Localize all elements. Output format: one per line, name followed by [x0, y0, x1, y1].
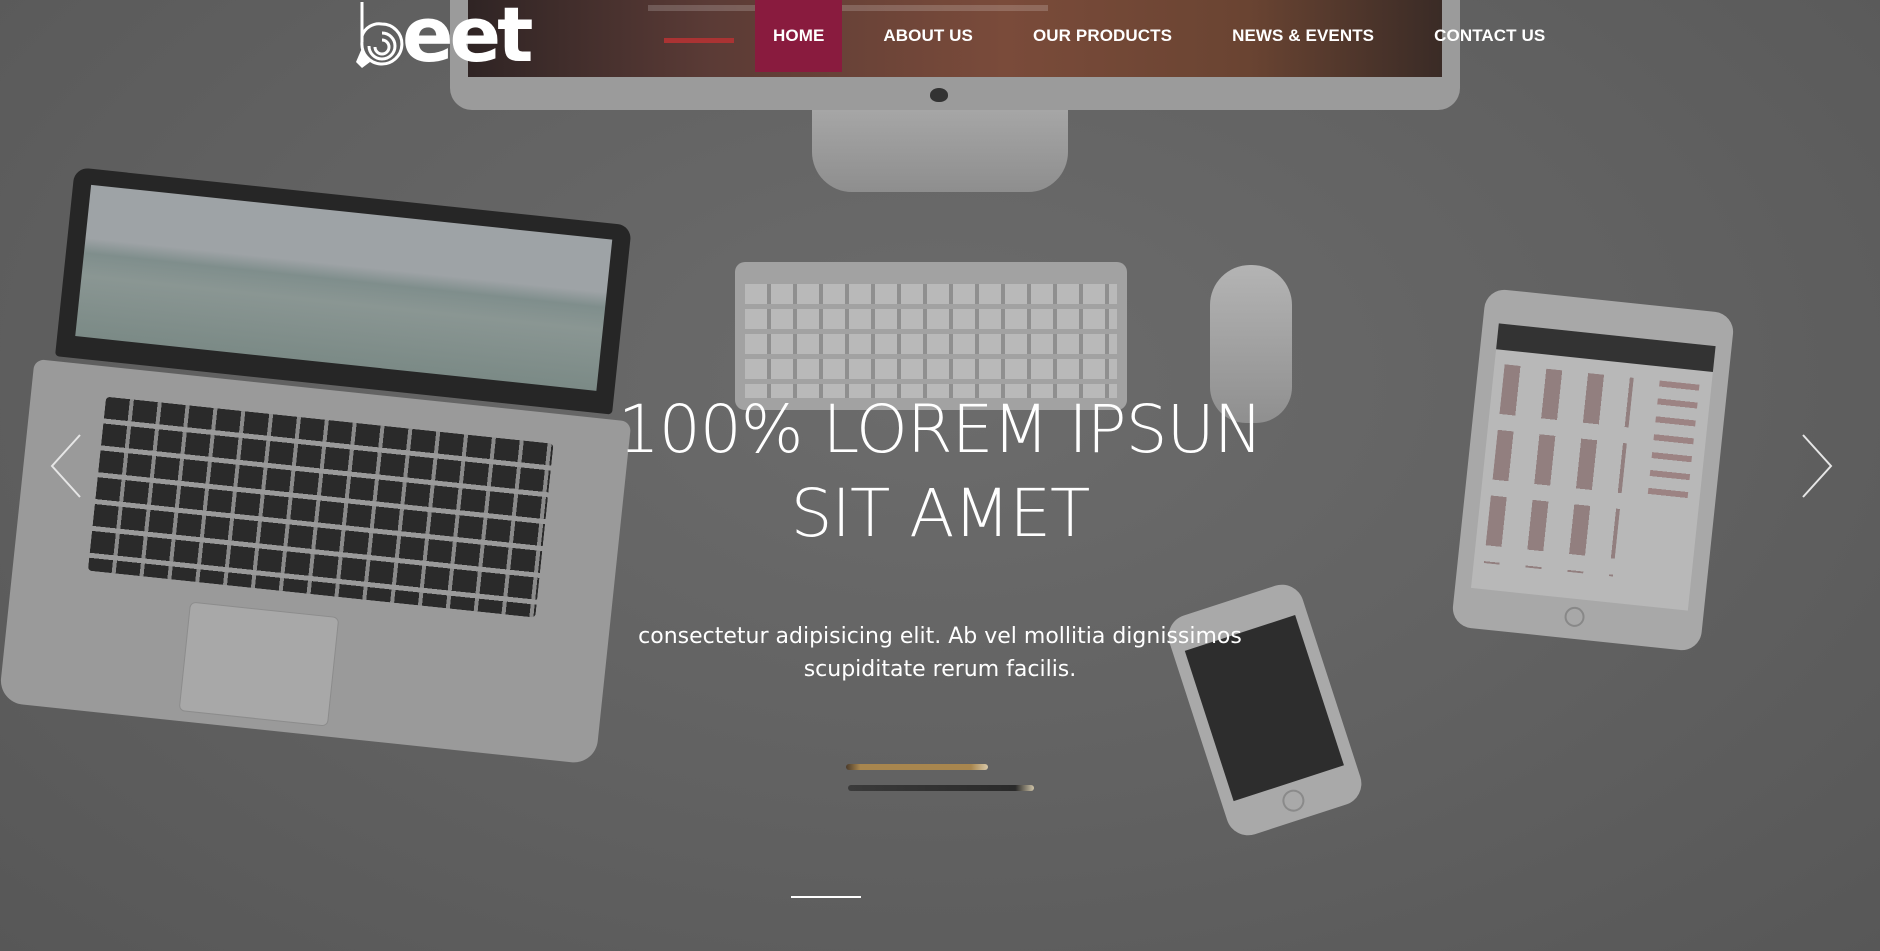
slider-prev-button[interactable]	[48, 433, 88, 499]
tablet-image	[1450, 287, 1736, 653]
chevron-left-icon	[50, 434, 81, 498]
phone-image	[1162, 578, 1368, 842]
nav-item-news-events[interactable]: NEWS & EVENTS	[1213, 0, 1393, 72]
nav-item-home[interactable]: HOME	[755, 0, 843, 72]
laptop-trackpad	[178, 601, 340, 727]
slide-headline-line2: SIT AMET	[790, 475, 1091, 552]
keyboard-keys	[745, 284, 1117, 398]
nav-item-contact-us[interactable]: CONTACT US	[1415, 0, 1564, 72]
monitor-stand	[812, 110, 1068, 192]
main-nav: HOME ABOUT US OUR PRODUCTS NEWS & EVENTS…	[755, 0, 1564, 72]
pencil-image	[846, 764, 988, 770]
laptop-keyboard	[87, 396, 554, 618]
slide-headline-line1: 100% LOREM IPSUN	[617, 391, 1263, 468]
tablet-home-button	[1563, 605, 1586, 628]
monitor-screen-button	[664, 38, 734, 43]
tablet-screen-grid	[1483, 364, 1634, 577]
tablet-screen-sidebar	[1647, 380, 1700, 505]
laptop-display	[75, 184, 613, 391]
laptop-base	[0, 358, 632, 765]
phone-home-button	[1279, 786, 1308, 815]
slide-subtext: consectetur adipisicing elit. Ab vel mol…	[638, 624, 1242, 682]
logo-text: eet	[402, 0, 533, 79]
chevron-right-icon	[1802, 434, 1833, 498]
site-logo[interactable]: eet	[356, 0, 533, 79]
apple-logo-icon	[930, 88, 948, 102]
hero-slider: eet HOME ABOUT US OUR PRODUCTS NEWS & EV…	[0, 0, 1880, 951]
pencil-image	[848, 785, 1034, 791]
nav-item-our-products[interactable]: OUR PRODUCTS	[1014, 0, 1191, 72]
slide-headline: 100% LOREM IPSUN SIT AMET	[540, 388, 1340, 556]
nav-item-about-us[interactable]: ABOUT US	[864, 0, 992, 72]
tablet-screen-topbar	[1496, 323, 1716, 372]
fingerprint-logo-icon	[356, 2, 404, 68]
slider-next-button[interactable]	[1795, 433, 1835, 499]
slide-indicator[interactable]	[791, 896, 861, 898]
tablet-screen	[1471, 323, 1716, 611]
